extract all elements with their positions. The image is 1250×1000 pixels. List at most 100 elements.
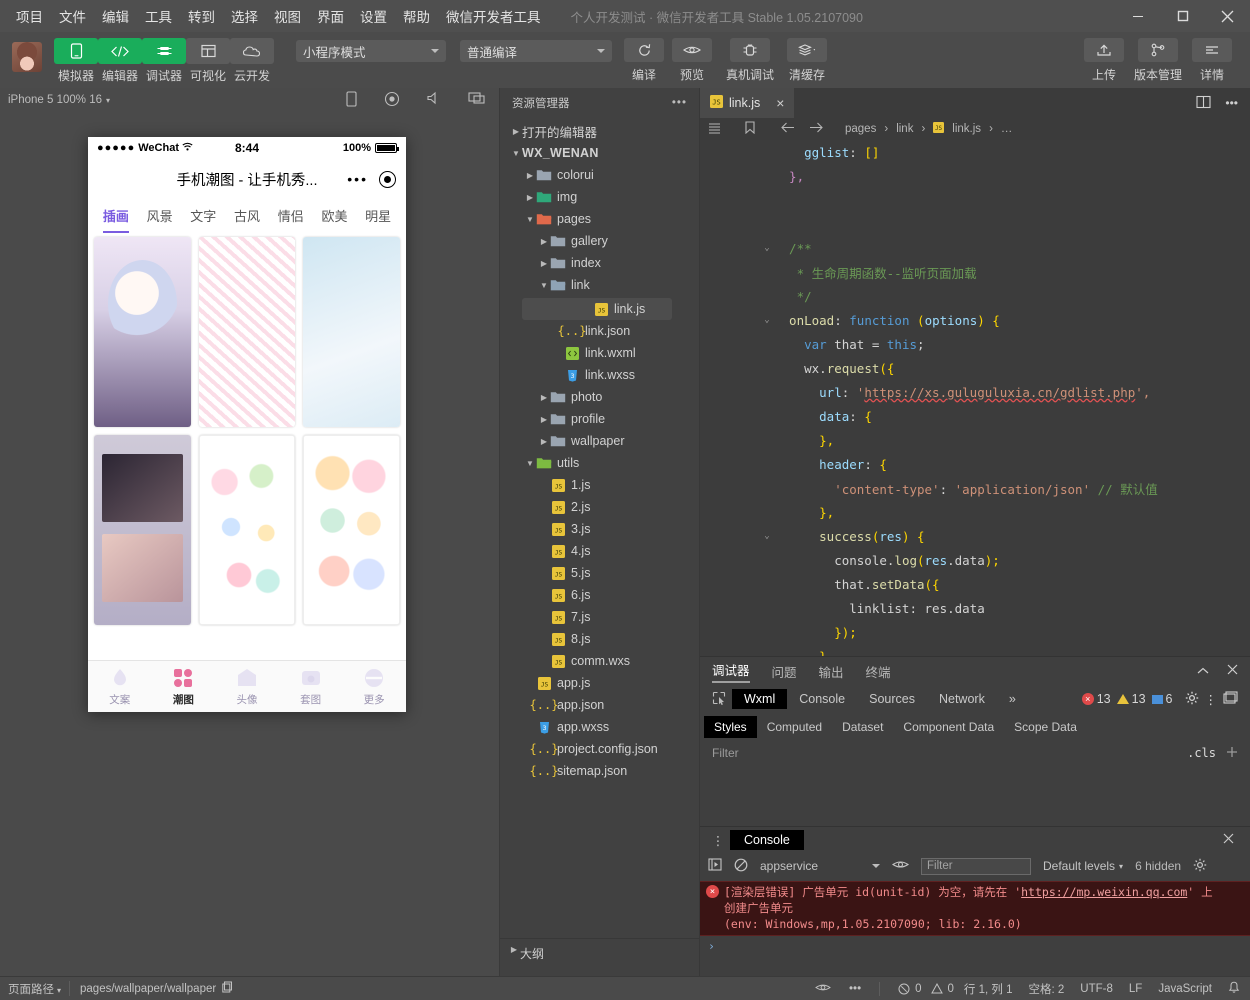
code-line[interactable]: linklist: res.data xyxy=(700,596,1250,620)
tree-row-colorui[interactable]: ▶ colorui xyxy=(500,164,699,186)
gear-icon[interactable] xyxy=(1185,691,1199,708)
grid-item[interactable] xyxy=(198,237,296,427)
tree-row-sitemap-json[interactable]: {..} sitemap.json xyxy=(500,760,699,782)
menu-item-project[interactable]: 项目 xyxy=(8,2,51,30)
avatar[interactable] xyxy=(12,42,42,72)
console-filter-input[interactable]: Filter xyxy=(921,857,1031,875)
menu-item-help[interactable]: 帮助 xyxy=(395,2,438,30)
toolbar-button-version[interactable]: 版本管理 xyxy=(1130,38,1186,83)
code-line[interactable]: }, xyxy=(700,500,1250,524)
status-encoding[interactable]: UTF-8 xyxy=(1080,983,1113,995)
inspect-element-icon[interactable] xyxy=(706,691,732,708)
mode-select[interactable]: 小程序模式 xyxy=(296,40,446,62)
maximize-icon[interactable] xyxy=(1160,0,1205,32)
devtools-tab-overflow[interactable]: » xyxy=(997,689,1028,709)
toolbar-button-compile[interactable]: 编译 xyxy=(622,38,666,83)
tree-row-4-js[interactable]: JS 4.js xyxy=(500,540,699,562)
screencast-icon[interactable] xyxy=(468,91,485,110)
devtools-tab-network[interactable]: Network xyxy=(927,689,997,709)
code-line[interactable]: }); xyxy=(700,620,1250,644)
code-editor[interactable]: gglist: [] }, ⌄ /** * 生命周期函数--监听页面加载 */ ⌄ … xyxy=(700,140,1250,656)
close-icon[interactable] xyxy=(1227,664,1238,678)
tabbar-item-chaotu[interactable]: 潮图 xyxy=(152,661,216,712)
toolbar-button-visualization[interactable]: 可视化 xyxy=(186,38,230,84)
style-tab-computed[interactable]: Computed xyxy=(757,716,832,738)
code-line[interactable]: ⌄ success(res) { xyxy=(700,524,1250,548)
category-tab-western[interactable]: 欧美 xyxy=(313,206,357,225)
eye-icon[interactable] xyxy=(892,859,909,873)
tree-row-5-js[interactable]: JS 5.js xyxy=(500,562,699,584)
editor-tab-linkjs[interactable]: JS link.js × xyxy=(700,88,795,118)
eye-icon[interactable] xyxy=(815,982,831,996)
console-tab[interactable]: Console xyxy=(730,830,804,850)
ellipsis-icon[interactable]: ••• xyxy=(849,983,861,995)
close-icon[interactable] xyxy=(1223,833,1244,847)
panel-tab-problems[interactable]: 问题 xyxy=(772,662,797,681)
status-cursor-position[interactable]: 行 1, 列 1 xyxy=(964,981,1013,997)
style-tab-scope-data[interactable]: Scope Data xyxy=(1004,716,1087,738)
tree-row-link[interactable]: ▼ link xyxy=(500,274,699,296)
tree-row-7-js[interactable]: JS 7.js xyxy=(500,606,699,628)
code-line[interactable]: wx.request({ xyxy=(700,356,1250,380)
clear-console-icon[interactable] xyxy=(734,858,748,875)
tabbar-item-taotu[interactable]: 套图 xyxy=(279,661,343,712)
back-icon[interactable] xyxy=(781,122,795,136)
dock-icon[interactable] xyxy=(1223,691,1238,707)
tree-row-app-wxss[interactable]: 3 app.wxss xyxy=(500,716,699,738)
menu-item-interface[interactable]: 界面 xyxy=(309,2,352,30)
tree-row-open-editors[interactable]: ▶ 打开的编辑器 xyxy=(500,120,699,142)
minimize-icon[interactable] xyxy=(1115,0,1160,32)
code-line[interactable]: }, xyxy=(700,164,1250,188)
breadcrumb-symbol[interactable]: … xyxy=(1001,123,1013,135)
toolbar-button-simulator[interactable]: 模拟器 xyxy=(54,38,98,84)
menu-item-goto[interactable]: 转到 xyxy=(180,2,223,30)
menu-item-view[interactable]: 视图 xyxy=(266,2,309,30)
kebab-menu-icon[interactable]: ⋮ xyxy=(706,833,730,848)
grid-item[interactable] xyxy=(198,435,296,625)
style-tab-dataset[interactable]: Dataset xyxy=(832,716,893,738)
style-filter-input[interactable]: Filter xyxy=(712,746,739,760)
ellipsis-icon[interactable]: ••• xyxy=(672,97,687,109)
tree-row-link-json[interactable]: {..} link.json xyxy=(500,320,699,342)
code-line[interactable] xyxy=(700,212,1250,236)
toolbar-button-details[interactable]: 详情 xyxy=(1190,38,1234,83)
console-levels-select[interactable]: Default levels ▾ xyxy=(1043,859,1123,873)
warning-badge[interactable]: 13 xyxy=(1116,692,1146,706)
tree-row-wallpaper[interactable]: ▶ wallpaper xyxy=(500,430,699,452)
toolbar-button-realdevice[interactable]: 真机调试 xyxy=(722,38,778,83)
code-line[interactable]: console.log(res.data); xyxy=(700,548,1250,572)
bell-icon[interactable] xyxy=(1228,981,1240,997)
tree-row-link-wxss[interactable]: 3 link.wxss xyxy=(500,364,699,386)
tree-row-utils[interactable]: ▼ utils xyxy=(500,452,699,474)
collapse-icon[interactable] xyxy=(1197,664,1209,678)
fold-toggle-icon[interactable]: ⌄ xyxy=(760,243,774,253)
record-icon[interactable] xyxy=(384,91,400,110)
code-line[interactable]: data: { xyxy=(700,404,1250,428)
devtools-tab-wxml[interactable]: Wxml xyxy=(732,689,788,709)
info-badge[interactable]: 6 xyxy=(1151,692,1173,706)
tree-row-project[interactable]: ▼ WX_WENAN xyxy=(500,142,699,164)
list-icon[interactable] xyxy=(708,122,721,137)
tree-row-profile[interactable]: ▶ profile xyxy=(500,408,699,430)
grid-item[interactable] xyxy=(94,435,191,625)
category-tab-scenery[interactable]: 风景 xyxy=(138,206,182,225)
tree-row-link-wxml[interactable]: link.wxml xyxy=(500,342,699,364)
toolbar-button-debugger[interactable]: 调试器 xyxy=(142,38,186,84)
tree-row-project-config-json[interactable]: {..} project.config.json xyxy=(500,738,699,760)
bookmark-icon[interactable] xyxy=(745,121,755,137)
code-line[interactable]: that.setData({ xyxy=(700,572,1250,596)
tree-row-link-js[interactable]: JS link.js xyxy=(522,298,672,320)
tree-row-comm-wxs[interactable]: JS comm.wxs xyxy=(500,650,699,672)
code-line[interactable]: */ xyxy=(700,284,1250,308)
kebab-menu-icon[interactable]: ⋮ xyxy=(1205,692,1218,707)
console-error-message[interactable]: × [渲染层错误] 广告单元 id(unit-id) 为空，请先在 'https… xyxy=(700,881,1250,936)
menu-item-edit[interactable]: 编辑 xyxy=(94,2,137,30)
more-actions-icon[interactable]: ••• xyxy=(1225,96,1238,110)
console-error-link[interactable]: https://mp.weixin.qq.com xyxy=(1021,885,1187,899)
code-line[interactable]: header: { xyxy=(700,452,1250,476)
menu-item-select[interactable]: 选择 xyxy=(223,2,266,30)
style-tab-component-data[interactable]: Component Data xyxy=(893,716,1004,738)
code-line[interactable]: ⌄ onLoad: function (options) { xyxy=(700,308,1250,332)
ellipsis-icon[interactable]: ••• xyxy=(347,171,368,187)
category-tab-illustration[interactable]: 插画 xyxy=(94,206,138,233)
